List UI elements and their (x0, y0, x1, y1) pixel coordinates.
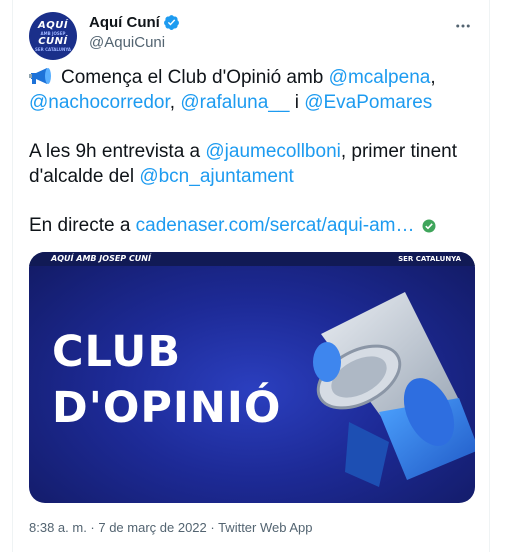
tweet-line1-prefix: Comença el Club d'Opinió amb (61, 67, 329, 88)
card-header-logo: AQUÍ AMB JOSEP CUNÍ (51, 254, 151, 263)
media-card[interactable]: AQUÍ AMB JOSEP CUNÍ SER CATALUNYA CLUB D… (29, 252, 475, 503)
card-header-bar: AQUÍ AMB JOSEP CUNÍ SER CATALUNYA (29, 252, 475, 266)
tweet-article: AQUÍ AMB JOSEP CUNÍ SER CATALUNYA Aquí C… (12, 0, 490, 552)
display-name[interactable]: Aquí Cuní (89, 14, 160, 31)
tweet-text: Comença el Club d'Opinió amb @mcalpena, … (29, 65, 475, 238)
megaphone-image (313, 292, 475, 487)
megaphone-emoji-icon (29, 68, 51, 84)
author-name-row[interactable]: Aquí Cuní (89, 14, 180, 31)
avatar-text-line-3: CUNÍ (38, 35, 68, 47)
avatar[interactable]: AQUÍ AMB JOSEP CUNÍ SER CATALUNYA (29, 12, 77, 60)
mention-link[interactable]: @bcn_ajuntament (139, 166, 294, 187)
separator: , (430, 67, 436, 88)
author-handle[interactable]: @AquiCuni (89, 34, 165, 51)
tweet-timestamp[interactable]: 8:38 a. m. · 7 de març de 2022 · Twitter… (29, 520, 313, 535)
mention-link[interactable]: @rafaluna__ (180, 92, 289, 113)
avatar-text-line-2: AMB JOSEP (40, 30, 66, 36)
tweet-line3-prefix: En directe a (29, 215, 136, 236)
check-circle-icon (422, 219, 436, 233)
separator: , (169, 92, 181, 113)
mention-link[interactable]: @mcalpena (329, 67, 431, 88)
mention-link[interactable]: @jaumecollboni (205, 141, 340, 162)
tweet-line2-prefix: A les 9h entrevista a (29, 141, 206, 162)
mention-link[interactable]: @EvaPomares (304, 92, 432, 113)
more-horizontal-icon[interactable] (453, 16, 473, 36)
avatar-text-line-1: AQUÍ (37, 19, 69, 31)
card-header-ser-logo: SER CATALUNYA (398, 255, 461, 263)
mention-link[interactable]: @nachocorredor (29, 92, 170, 113)
avatar-text-line-4: SER CATALUNYA (35, 46, 71, 52)
verified-badge-icon (163, 15, 179, 30)
separator: i (289, 92, 305, 113)
external-link[interactable]: cadenaser.com/sercat/aqui-am… (136, 215, 415, 236)
